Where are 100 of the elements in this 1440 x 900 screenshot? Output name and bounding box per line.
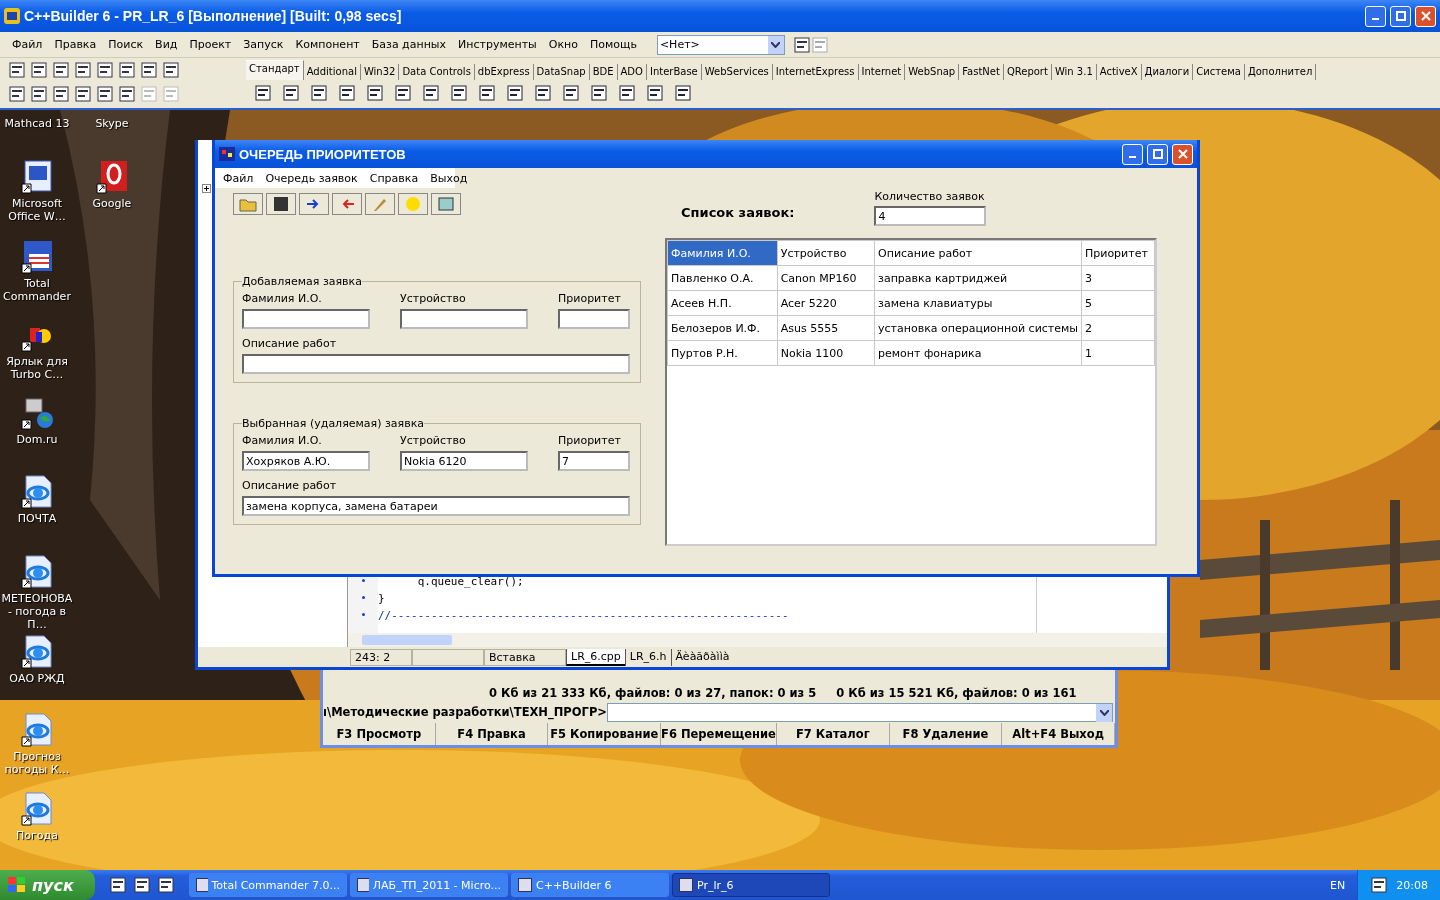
menu-item[interactable]: Файл	[6, 38, 49, 51]
menu-item[interactable]: Файл	[217, 171, 260, 185]
desktop-icon-label[interactable]: Total Commander	[0, 277, 74, 303]
desktop-icon-label[interactable]: МЕТЕОНОВА - погода в П…	[0, 592, 74, 631]
menu-item[interactable]: Правка	[48, 38, 103, 51]
web-page-icon[interactable]	[20, 635, 54, 669]
menu-item[interactable]: База данных	[365, 38, 453, 51]
palette-tab[interactable]: WebServices	[701, 64, 773, 80]
count-field[interactable]: 4	[874, 206, 987, 226]
menu-item[interactable]: Вид	[149, 38, 184, 51]
menu-item[interactable]: Проект	[183, 38, 238, 51]
palette-tab[interactable]: dbExpress	[474, 64, 534, 80]
chevron-icon[interactable]	[771, 41, 781, 48]
desktop-icon-label[interactable]: Mathcad 13	[4, 117, 70, 130]
palette-tab[interactable]: FastNet	[959, 64, 1004, 80]
menu-item[interactable]: Выход	[424, 171, 474, 185]
text-field[interactable]	[400, 309, 528, 329]
palette-tab[interactable]: Data Controls	[399, 64, 475, 80]
palette-tab[interactable]: ActiveX	[1096, 64, 1142, 80]
function-key-button[interactable]: F6 Перемещение	[661, 723, 777, 745]
desktop-icon-label[interactable]: Skype	[95, 117, 129, 130]
menu-item[interactable]: Помощь	[584, 38, 643, 51]
function-key-button[interactable]: F5 Копирование	[548, 723, 662, 745]
start-button[interactable]: пуск	[0, 870, 95, 900]
file-tab[interactable]: Äèàãðàììà	[670, 648, 734, 666]
palette-tab[interactable]: InternetExpress	[772, 64, 859, 80]
column-header[interactable]: Приоритет	[1081, 240, 1155, 266]
text-field[interactable]	[242, 309, 370, 329]
function-key-button[interactable]: F4 Правка	[435, 723, 549, 745]
close-button[interactable]	[1415, 5, 1436, 27]
language-indicator[interactable]: EN	[1330, 878, 1346, 892]
palette-tab[interactable]: Win 3.1	[1051, 64, 1097, 80]
function-key-button[interactable]: Alt+F4 Выход	[1002, 723, 1115, 745]
taskbar-button[interactable]: Pr_lr_6	[672, 873, 830, 897]
desktop-icon-label[interactable]: ПОЧТА	[17, 512, 57, 525]
close-button[interactable]	[1172, 143, 1193, 165]
toolbar-button[interactable]	[266, 193, 296, 215]
toolbar-button[interactable]	[299, 193, 329, 215]
menu-item[interactable]: Окно	[542, 38, 584, 51]
column-header[interactable]: Описание работ	[874, 240, 1082, 266]
web-page-icon[interactable]	[20, 555, 54, 589]
function-key-button[interactable]: F3 Просмотр	[323, 723, 436, 745]
palette-tab[interactable]: InterBase	[646, 64, 702, 80]
menu-item[interactable]: Запуск	[237, 38, 290, 51]
menu-item[interactable]: Инструменты	[452, 38, 543, 51]
menu-item[interactable]: Справка	[363, 171, 425, 185]
text-field[interactable]: Хохряков А.Ю.	[242, 451, 370, 471]
web-page-icon[interactable]	[20, 792, 54, 826]
help-button[interactable]	[398, 193, 428, 215]
palette-tab[interactable]: WebSnap	[905, 64, 960, 80]
palette-tab[interactable]: Дополнител	[1244, 64, 1317, 80]
text-field[interactable]: 7	[558, 451, 630, 471]
minimize-button[interactable]	[1365, 5, 1386, 27]
column-header[interactable]: Фамилия И.О.	[667, 240, 778, 266]
menu-item[interactable]: Компонент	[289, 38, 366, 51]
maximize-button[interactable]	[1147, 143, 1168, 165]
palette-tab[interactable]: DataSnap	[533, 64, 590, 80]
text-field[interactable]	[242, 354, 630, 374]
palette-tab[interactable]: Additional	[303, 64, 361, 80]
file-tab[interactable]: LR_6.h	[624, 648, 671, 666]
expand-icon[interactable]	[202, 184, 211, 193]
palette-tab[interactable]: BDE	[589, 64, 618, 80]
file-tab[interactable]: LR_6.cpp	[566, 648, 625, 666]
desktop-icon-label[interactable]: Google	[92, 197, 132, 210]
palette-tab[interactable]: Win32	[360, 64, 400, 80]
taskbar-button[interactable]: Total Commander 7.0...	[189, 873, 347, 897]
chevron-icon[interactable]	[1099, 709, 1109, 716]
desktop-icon-label[interactable]: Dom.ru	[16, 433, 58, 446]
dropdown[interactable]: <Нет>	[656, 34, 785, 55]
palette-tab[interactable]: ADO	[617, 64, 647, 80]
palette-tab[interactable]: Internet	[858, 64, 906, 80]
function-key-button[interactable]: F8 Удаление	[889, 723, 1003, 745]
document-icon[interactable]	[20, 160, 54, 194]
text-field[interactable]: Nokia 6120	[400, 451, 528, 471]
text-field[interactable]	[558, 309, 630, 329]
function-key-button[interactable]: F7 Каталог	[776, 723, 890, 745]
palette-tab[interactable]: Стандарт	[246, 60, 304, 80]
command-field[interactable]	[606, 702, 1113, 722]
palette-tab[interactable]: Система	[1193, 64, 1245, 80]
palette-tab[interactable]: Диалоги	[1141, 64, 1194, 80]
maximize-icon	[1395, 11, 1406, 21]
palette-tab[interactable]: QReport	[1003, 64, 1052, 80]
menu-item[interactable]: Поиск	[102, 38, 150, 51]
scrollbar[interactable]	[348, 633, 1167, 647]
desktop-icon-label[interactable]: Ярлык для Turbo C…	[0, 355, 74, 381]
web-page-icon[interactable]	[20, 713, 54, 747]
menu-item[interactable]: Очередь заявок	[259, 171, 364, 185]
column-header[interactable]: Устройство	[777, 240, 875, 266]
minimize-button[interactable]	[1122, 143, 1143, 165]
taskbar-button[interactable]: ЛАБ_ТП_2011 - Micro...	[350, 873, 508, 897]
text-field[interactable]: замена корпуса, замена батареи	[242, 496, 630, 516]
taskbar-button[interactable]: C++Builder 6	[511, 873, 669, 897]
requests-grid[interactable]	[665, 238, 1157, 546]
desktop-icon-label[interactable]: ОАО РЖД	[9, 672, 65, 685]
window-title: C++Builder 6 - PR_LR_6 [Выполнение] [Built: 0,98 secs]	[24, 8, 402, 24]
table-cell: 5	[1081, 290, 1155, 316]
web-page-icon[interactable]	[20, 475, 54, 509]
desktop-icon-label[interactable]: Microsoft Office W…	[0, 197, 74, 223]
app-icon	[4, 8, 20, 24]
maximize-button[interactable]	[1390, 5, 1411, 27]
